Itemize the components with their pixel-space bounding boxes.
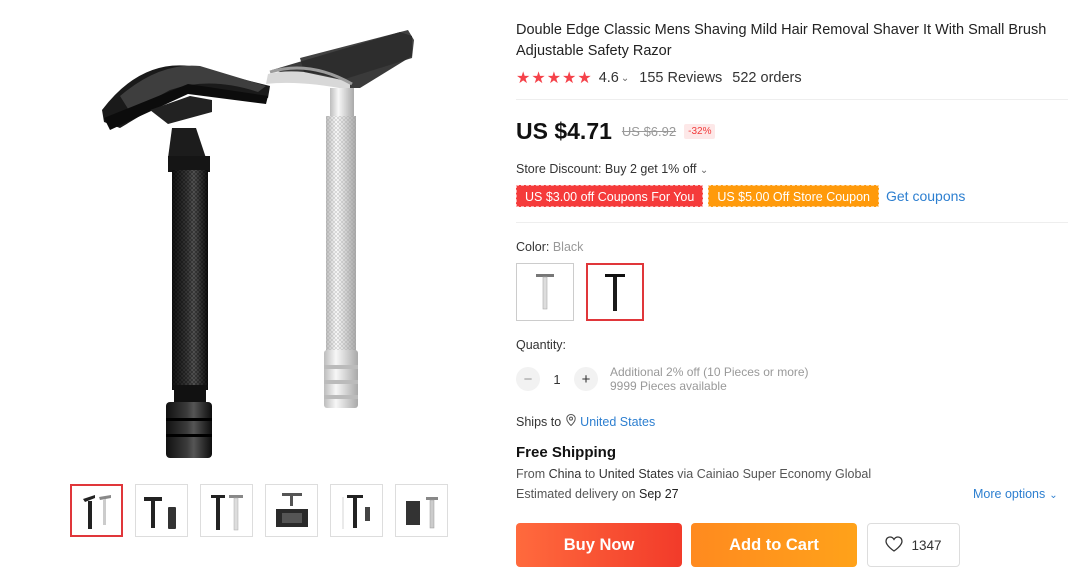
wishlist-count: 1347 [911, 537, 942, 553]
thumbnail-6[interactable] [395, 484, 448, 537]
main-product-image[interactable] [0, 0, 520, 475]
quantity-label: Quantity: [516, 338, 567, 352]
thumbnail-1[interactable] [70, 484, 123, 537]
chevron-down-icon: ⌄ [1049, 490, 1058, 501]
action-buttons: Buy Now Add to Cart 1347 [516, 523, 960, 567]
divider [516, 222, 1068, 223]
shipping-route: From China to United States via Cainiao … [516, 467, 871, 481]
black-razor [102, 65, 270, 458]
thumbnail-5[interactable] [330, 484, 383, 537]
silver-razor [266, 30, 414, 408]
divider [516, 99, 1068, 100]
chevron-down-icon[interactable]: ⌄ [621, 73, 629, 84]
ships-to-label: Ships to [516, 414, 562, 429]
store-discount-text: Store Discount: Buy 2 get 1% off [516, 162, 697, 176]
orders-count: 522 orders [732, 70, 802, 86]
heart-icon [885, 535, 904, 555]
star-icon: ★★★★★ [516, 70, 593, 87]
thumbnail-3[interactable] [200, 484, 253, 537]
estimated-delivery-date: Sep 27 [639, 487, 679, 501]
rating-score[interactable]: 4.6 [599, 70, 619, 86]
thumbnail-4[interactable] [265, 484, 318, 537]
decrease-quantity-button[interactable]: − [516, 367, 540, 391]
get-coupons-link[interactable]: Get coupons [886, 188, 965, 204]
shipping-method: via Cainiao Super Economy Global [677, 467, 872, 481]
discount-badge: -32% [684, 124, 716, 139]
ship-to-country: United States [598, 467, 674, 481]
bulk-discount-note: Additional 2% off (10 Pieces or more) [610, 365, 809, 379]
buy-now-button[interactable]: Buy Now [516, 523, 682, 567]
wishlist-button[interactable]: 1347 [867, 523, 960, 567]
quantity-input[interactable]: 1 [540, 372, 574, 387]
rating-row: ★★★★★ 4.6 ⌄ 155 Reviews 522 orders [516, 68, 802, 88]
thumbnail-strip [70, 484, 448, 537]
location-pin-icon [566, 413, 576, 429]
quantity-info: Additional 2% off (10 Pieces or more) 99… [610, 365, 809, 393]
current-price: US $4.71 [516, 118, 612, 144]
color-swatch-black[interactable] [586, 263, 644, 321]
price-row: US $4.71 US $6.92 -32% [516, 118, 716, 145]
ships-to-country[interactable]: United States [580, 415, 655, 429]
color-value: Black [552, 240, 584, 254]
estimated-delivery-label: Estimated delivery on [516, 487, 636, 501]
pieces-available: 9999 Pieces available [610, 379, 727, 393]
reviews-link[interactable]: 155 Reviews [639, 70, 722, 86]
more-options-text: More options [973, 487, 1046, 501]
color-swatch-silver[interactable] [516, 263, 574, 321]
from-prefix: From [516, 467, 546, 481]
add-to-cart-button[interactable]: Add to Cart [691, 523, 857, 567]
increase-quantity-button[interactable]: + [574, 367, 598, 391]
estimated-delivery: Estimated delivery on Sep 27 [516, 487, 679, 501]
to-prefix: to [584, 467, 596, 481]
coupon-row: US $3.00 off Coupons For You US $5.00 Of… [516, 185, 965, 207]
ship-from-country: China [548, 467, 582, 481]
coupon-for-you[interactable]: US $3.00 off Coupons For You [516, 185, 704, 207]
store-discount[interactable]: Store Discount: Buy 2 get 1% off ⌄ [516, 162, 708, 176]
more-shipping-options[interactable]: More options ⌄ [973, 487, 1058, 501]
original-price: US $6.92 [621, 124, 677, 139]
chevron-down-icon: ⌄ [699, 165, 709, 176]
quantity-stepper: − 1 + Additional 2% off (10 Pieces or mo… [516, 365, 809, 393]
store-coupon[interactable]: US $5.00 Off Store Coupon [708, 185, 879, 207]
color-swatches [516, 263, 644, 321]
free-shipping-title: Free Shipping [516, 444, 617, 461]
thumbnail-2[interactable] [135, 484, 188, 537]
ships-to-row: Ships to United States [516, 413, 655, 429]
color-label: Color: Black [516, 240, 583, 254]
product-title: Double Edge Classic Mens Shaving Mild Ha… [516, 22, 1047, 59]
color-label-text: Color: [516, 240, 550, 254]
